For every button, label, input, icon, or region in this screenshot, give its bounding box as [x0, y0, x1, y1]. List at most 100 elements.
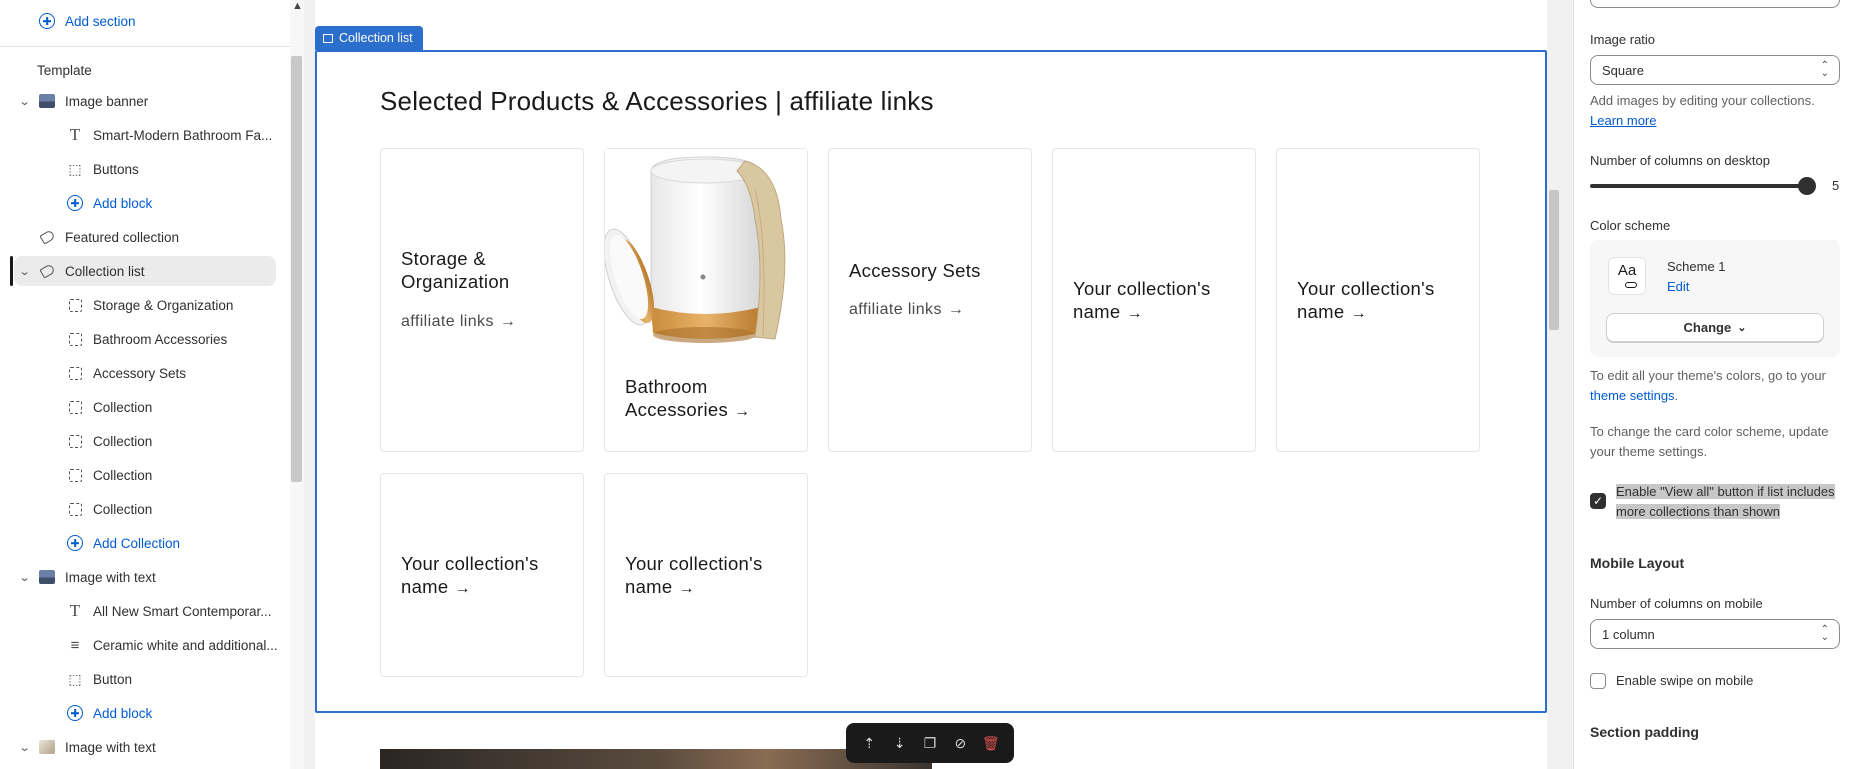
scheme-preview-text: Aa	[1617, 262, 1637, 279]
chevron-down-icon: ⌄	[1737, 322, 1747, 334]
collection-card[interactable]: Storage & Organization affiliate links →	[380, 148, 584, 452]
collection-card[interactable]: Your collection's name →	[1052, 148, 1256, 452]
chevron-down-icon[interactable]: ⌄	[19, 571, 31, 584]
sidebar-item-label: Add block	[93, 195, 153, 211]
canvas-scrollbar-thumb[interactable]	[1549, 190, 1559, 330]
card-link[interactable]: affiliate links →	[401, 313, 516, 331]
colors-help-text: To edit all your theme's colors, go to y…	[1590, 366, 1842, 406]
card-title: Your collection's name →	[1297, 277, 1435, 325]
add-section-button[interactable]: Add section	[0, 6, 290, 36]
learn-more-link[interactable]: Learn more	[1590, 113, 1656, 128]
collection-block-icon	[66, 432, 84, 450]
sidebar-item-image-with-text[interactable]: ⌄ Image with text	[0, 562, 290, 592]
partial-select-field[interactable]	[1590, 0, 1840, 8]
chevron-down-icon[interactable]: ⌄	[19, 95, 31, 108]
arrow-right-icon: →	[1350, 305, 1367, 322]
tag-icon	[38, 262, 56, 280]
sidebar-item-collection[interactable]: Collection	[0, 460, 290, 490]
view-all-checkbox[interactable]: ✓	[1590, 493, 1606, 509]
sidebar-item-featured-collection[interactable]: Featured collection	[0, 222, 290, 252]
card-title: Storage & Organization	[401, 247, 510, 293]
chevron-down-icon[interactable]: ⌄	[19, 265, 31, 278]
sidebar-item-label: Collection	[93, 433, 153, 449]
sidebar-item-image-banner[interactable]: ⌄ Image banner	[0, 86, 290, 116]
delete-icon[interactable]: 🗑	[980, 732, 1002, 754]
section-heading: Selected Products & Accessories | affili…	[380, 86, 934, 116]
scheme-button-pill-icon	[1625, 282, 1637, 288]
card-title-line: Bathroom	[625, 376, 708, 397]
sidebar-item-label: Collection	[93, 501, 153, 517]
move-down-icon[interactable]: ⇣	[889, 732, 911, 754]
section-tag[interactable]: Collection list	[315, 26, 423, 50]
columns-mobile-label: Number of columns on mobile	[1590, 596, 1763, 611]
sidebar-item-accessory-sets[interactable]: Accessory Sets	[0, 358, 290, 388]
settings-panel: Image ratio Square ⌃ ⌄ Add images by edit…	[1573, 0, 1851, 769]
sidebar-item-heading-block[interactable]: T All New Smart Contemporar...	[0, 596, 290, 626]
sidebar-item-label: Ceramic white and additional...	[93, 637, 278, 653]
change-button-label: Change	[1683, 320, 1732, 335]
add-block-button[interactable]: Add block	[0, 188, 290, 218]
change-scheme-button[interactable]: Change ⌄	[1606, 313, 1824, 342]
image-ratio-label: Image ratio	[1590, 32, 1656, 47]
sidebar-item-heading-block[interactable]: T Smart-Modern Bathroom Fa...	[0, 120, 290, 150]
columns-mobile-select[interactable]: 1 column ⌃ ⌄	[1590, 619, 1840, 649]
section-grid-icon	[323, 33, 333, 43]
sidebar-item-storage-organization[interactable]: Storage & Organization	[0, 290, 290, 320]
scheme-edit-link[interactable]: Edit	[1667, 279, 1689, 294]
sidebar-item-label: Featured collection	[65, 229, 180, 245]
arrow-right-icon: →	[454, 580, 471, 597]
add-collection-button[interactable]: Add Collection	[0, 528, 290, 558]
color-scheme-picker: Aa Scheme 1 Edit Change ⌄	[1590, 240, 1840, 357]
scroll-up-arrow-icon[interactable]: ▲	[292, 0, 303, 12]
card-title-line: Your collection's	[401, 553, 539, 574]
card-title-line: Your collection's	[1073, 278, 1211, 299]
collection-block-icon	[66, 466, 84, 484]
sidebar-item-bathroom-accessories[interactable]: Bathroom Accessories	[0, 324, 290, 354]
sidebar-item-collection[interactable]: Collection	[0, 426, 290, 456]
image-section-icon	[38, 92, 56, 110]
move-up-icon[interactable]: ⇡	[858, 732, 880, 754]
selected-indicator	[10, 256, 13, 286]
collection-block-icon	[66, 330, 84, 348]
collection-card[interactable]: Accessory Sets affiliate links →	[828, 148, 1032, 452]
scheme-name: Scheme 1	[1667, 259, 1726, 274]
hide-icon[interactable]: ⊘	[949, 732, 971, 754]
card-link[interactable]: affiliate links →	[849, 301, 964, 319]
divider	[0, 46, 290, 47]
columns-desktop-slider[interactable]	[1590, 184, 1806, 188]
collection-card[interactable]: Your collection's name →	[380, 473, 584, 677]
image-section-icon	[38, 738, 56, 756]
sidebar-item-image-with-text[interactable]: ⌄ Image with text	[0, 732, 290, 762]
scheme-preview: Aa	[1608, 257, 1646, 295]
collection-block-icon	[66, 398, 84, 416]
sidebar-item-buttons[interactable]: ⬚ Buttons	[0, 154, 290, 184]
add-block-button[interactable]: Add block	[0, 698, 290, 728]
collection-card[interactable]: Your collection's name →	[1276, 148, 1480, 452]
color-scheme-label: Color scheme	[1590, 218, 1671, 233]
card-title: Your collection's name →	[401, 552, 539, 600]
image-ratio-select[interactable]: Square ⌃ ⌄	[1590, 55, 1840, 85]
collection-card[interactable]: Bathroom Accessories →	[604, 148, 808, 452]
image-ratio-value: Square	[1602, 62, 1644, 78]
towel-warmer-product-image	[605, 149, 807, 349]
slider-handle[interactable]	[1798, 177, 1816, 195]
sidebar-item-text-block[interactable]: ≡ Ceramic white and additional...	[0, 630, 290, 660]
swipe-mobile-checkbox[interactable]	[1590, 673, 1606, 689]
template-heading-label: Template	[37, 62, 92, 78]
chevron-down-icon[interactable]: ⌄	[19, 741, 31, 754]
arrow-right-icon: →	[678, 580, 695, 597]
collection-block-icon	[66, 364, 84, 382]
colors-help-text-part: .	[1674, 388, 1679, 403]
sidebar-item-collection-list[interactable]: ⌄ Collection list	[14, 256, 276, 286]
sidebar-item-collection[interactable]: Collection	[0, 494, 290, 524]
colors-help-text-part: To edit all your theme's colors, go to y…	[1590, 368, 1826, 383]
duplicate-icon[interactable]: ❐	[919, 732, 941, 754]
canvas-scrollbar[interactable]	[1547, 0, 1560, 769]
sidebar-scrollbar-thumb[interactable]	[291, 56, 302, 482]
sidebar-item-collection[interactable]: Collection	[0, 392, 290, 422]
button-cursor-icon: ⬚	[68, 670, 82, 687]
sidebar-item-button[interactable]: ⬚ Button	[0, 664, 290, 694]
collection-card[interactable]: Your collection's name →	[604, 473, 808, 677]
sidebar-item-label: Image with text	[65, 569, 156, 585]
theme-settings-link[interactable]: theme settings	[1590, 388, 1675, 403]
